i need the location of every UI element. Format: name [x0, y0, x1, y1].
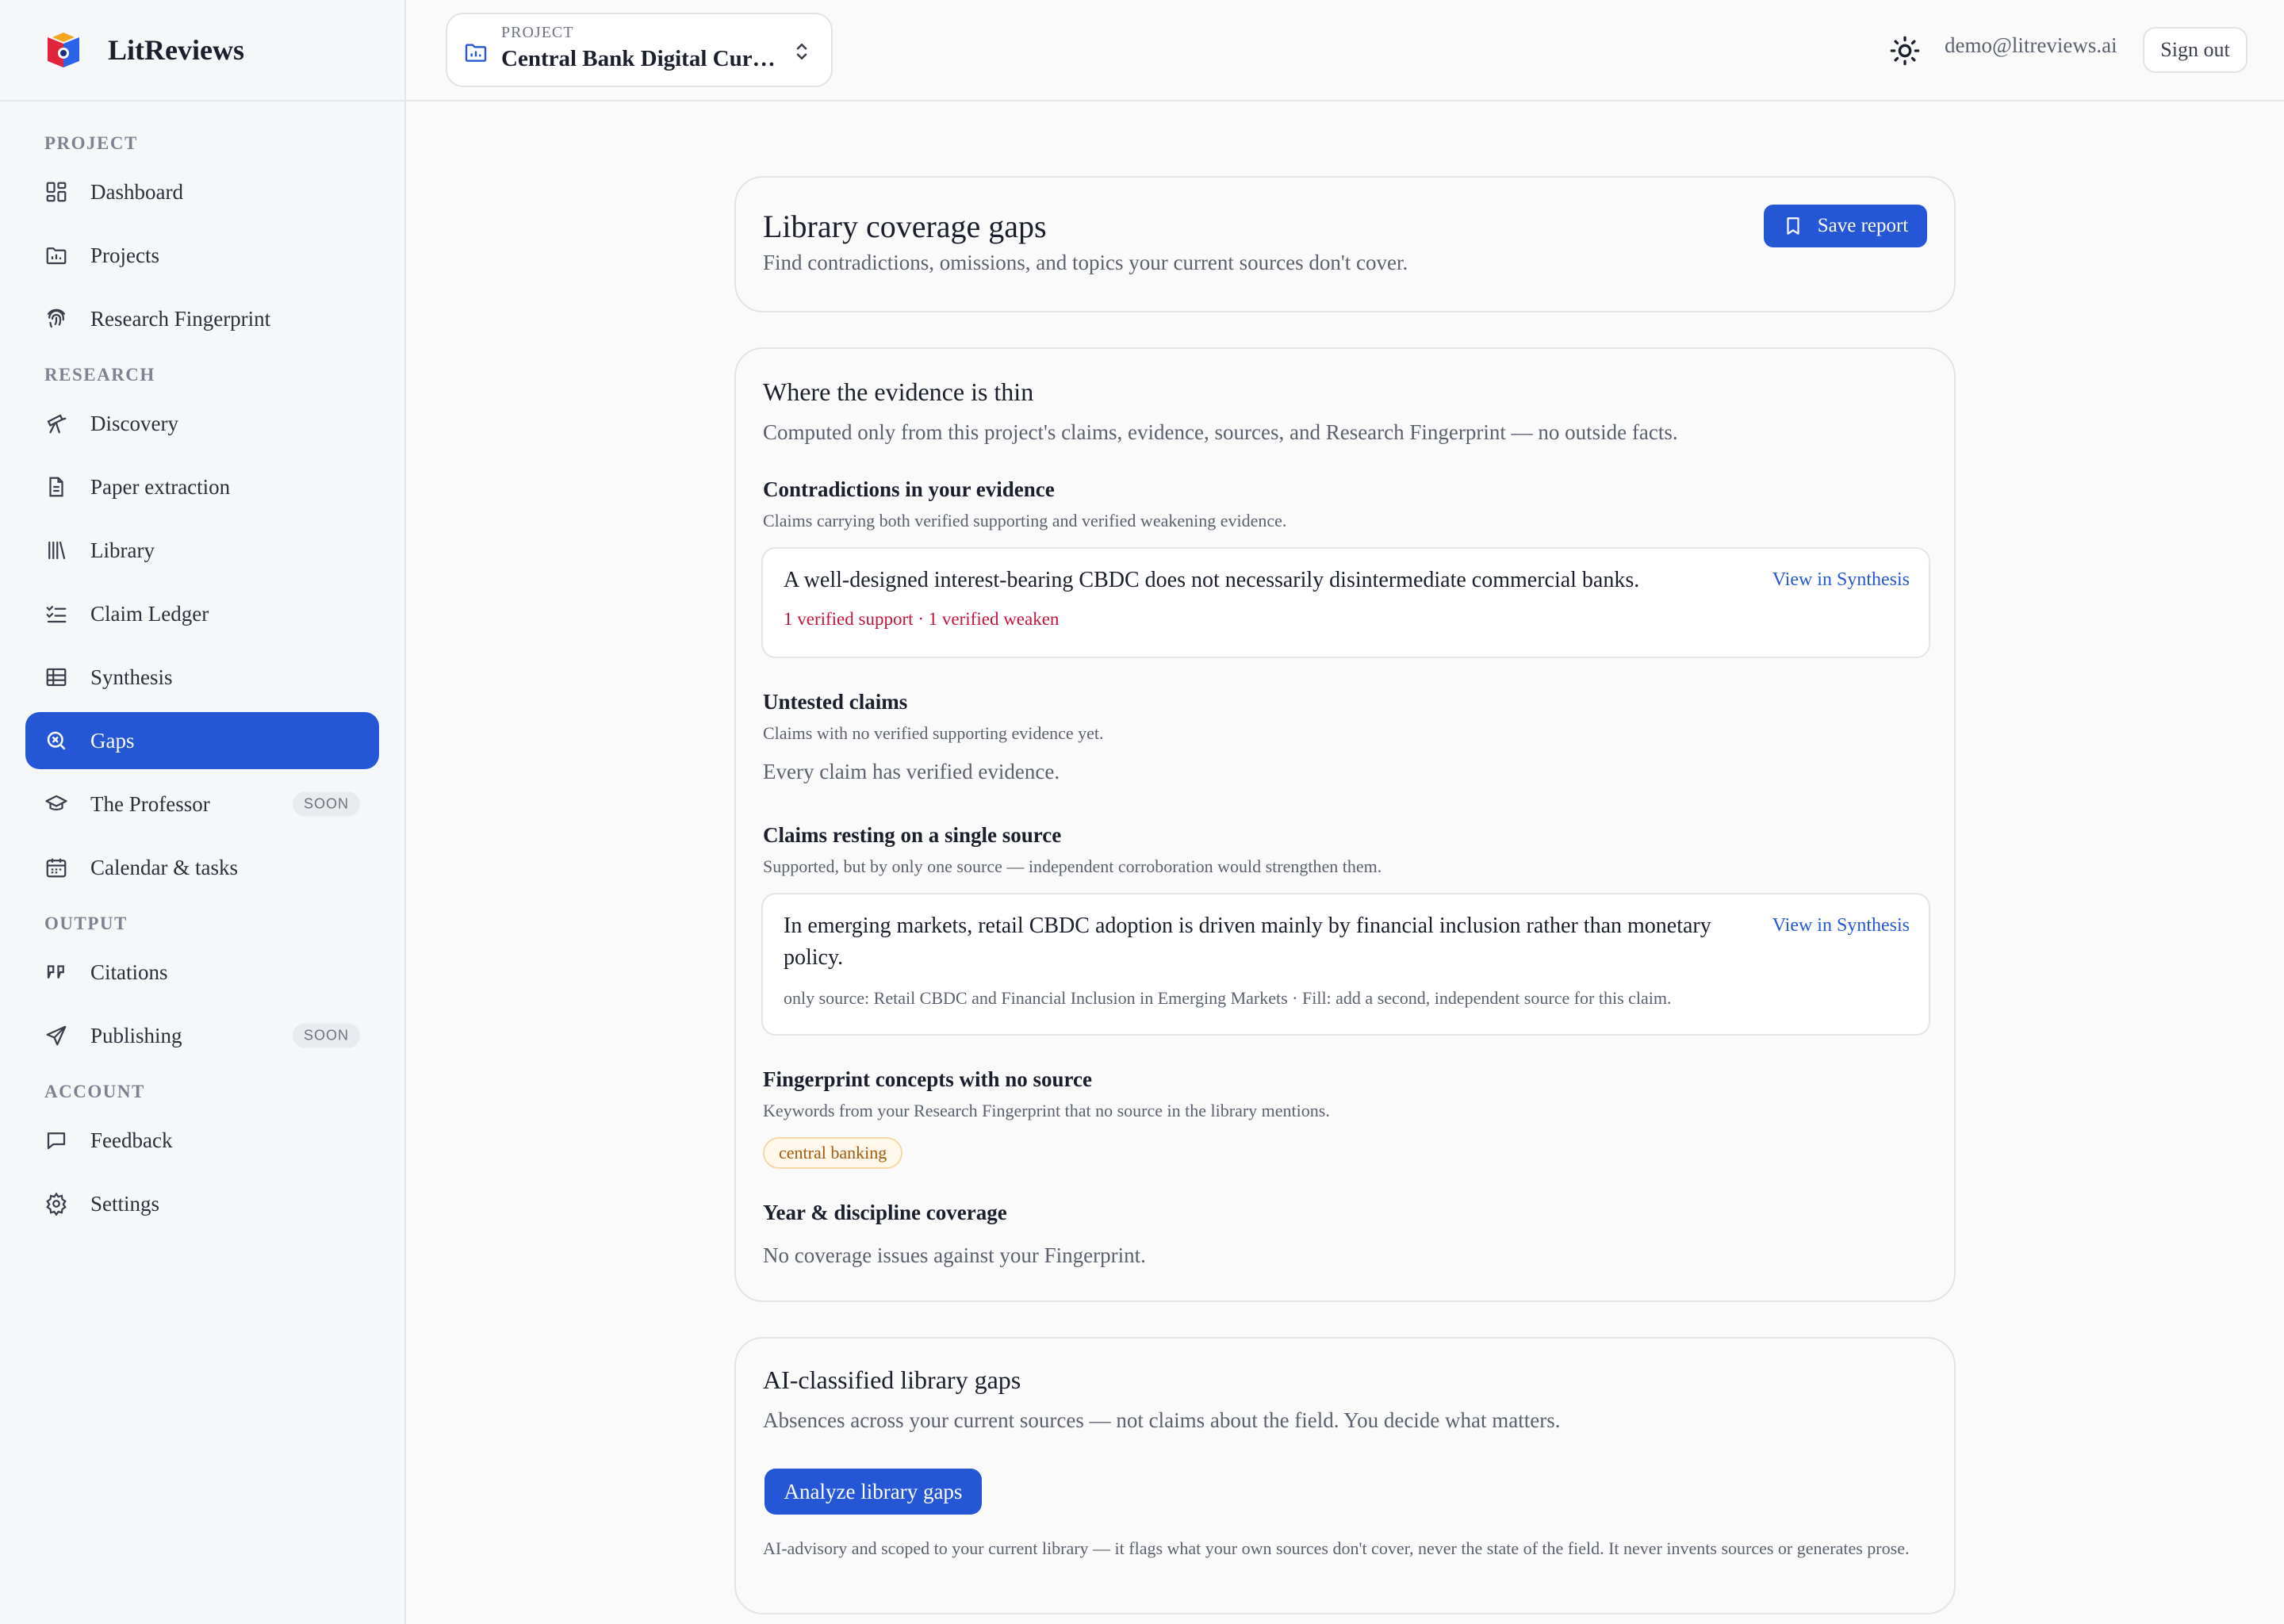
sidebar-item-label: Paper extraction: [90, 474, 231, 499]
soon-badge: SOON: [292, 791, 360, 817]
contradictions-desc: Claims carrying both verified supporting…: [763, 511, 1287, 530]
sidebar-item-dashboard[interactable]: Dashboard: [25, 163, 379, 220]
table-icon: [44, 665, 68, 689]
sidebar-item-feedback[interactable]: Feedback: [25, 1112, 379, 1169]
untested-heading: Untested claims: [763, 690, 908, 714]
evidence-title: Where the evidence is thin: [763, 377, 1034, 406]
sidebar-item-label: Synthesis: [90, 665, 173, 689]
brand-name: LitReviews: [108, 34, 244, 66]
fingerprint-desc: Keywords from your Research Fingerprint …: [763, 1101, 1330, 1120]
sidebar-nav: PROJECT Dashboard Projects Research Fing…: [0, 102, 404, 1232]
topbar: PROJECT Central Bank Digital Currencies …: [406, 0, 2284, 102]
fingerprint-icon: [44, 307, 68, 331]
sidebar-item-label: Publishing: [90, 1023, 182, 1048]
soon-badge: SOON: [292, 1023, 360, 1048]
analyze-library-gaps-button[interactable]: Analyze library gaps: [765, 1469, 982, 1515]
sidebar-item-library[interactable]: Library: [25, 522, 379, 579]
evidence-subtitle: Computed only from this project's claims…: [763, 420, 1678, 444]
litreviews-logo-icon: [48, 33, 79, 67]
page-subtitle: Find contradictions, omissions, and topi…: [763, 251, 1408, 274]
dashboard-icon: [44, 180, 68, 204]
sidebar-item-label: Claim Ledger: [90, 601, 209, 626]
search-x-icon: [44, 729, 68, 753]
nav-section-output: OUTPUT: [44, 914, 128, 933]
bookmark-icon: [1787, 217, 1799, 235]
contradiction-claim-card: A well-designed interest-bearing CBDC do…: [761, 547, 1930, 658]
chevron-up-down-icon: [796, 44, 807, 59]
sidebar-item-settings[interactable]: Settings: [25, 1175, 379, 1232]
ai-disclaimer: AI-advisory and scoped to your current l…: [763, 1538, 1910, 1558]
claim-text: In emerging markets, retail CBDC adoptio…: [784, 914, 1711, 970]
sidebar-item-label: Feedback: [90, 1128, 173, 1152]
sidebar-item-synthesis[interactable]: Synthesis: [25, 649, 379, 706]
ai-gaps-title: AI-classified library gaps: [763, 1365, 1021, 1394]
user-email: demo@litreviews.ai: [1945, 33, 2117, 57]
save-report-label: Save report: [1817, 215, 1909, 236]
calendar-icon: [44, 856, 68, 879]
gear-icon: [44, 1192, 68, 1216]
library-icon: [44, 538, 68, 562]
evidence-counts: 1 verified support · 1 verified weaken: [784, 609, 1060, 629]
project-switcher[interactable]: PROJECT Central Bank Digital Currencies: [446, 13, 833, 87]
sidebar-item-calendar[interactable]: Calendar & tasks: [25, 839, 379, 896]
sidebar-item-label: Projects: [90, 243, 159, 267]
source-meta: only source: Retail CBDC and Financial I…: [784, 988, 1672, 1008]
sidebar-item-the-professor[interactable]: The Professor SOON: [25, 776, 379, 833]
sidebar-item-label: Discovery: [90, 411, 178, 435]
sidebar-item-label: Research Fingerprint: [90, 306, 271, 331]
sidebar-item-publishing[interactable]: Publishing SOON: [25, 1007, 379, 1064]
folder-chart-icon: [44, 243, 68, 267]
project-label: PROJECT: [501, 24, 574, 41]
graduation-cap-icon: [44, 792, 68, 816]
sidebar-item-projects[interactable]: Projects: [25, 227, 379, 284]
message-square-icon: [44, 1128, 68, 1152]
sidebar-item-label: The Professor: [90, 791, 210, 816]
sidebar-item-paper-extraction[interactable]: Paper extraction: [25, 458, 379, 515]
single-source-heading: Claims resting on a single source: [763, 823, 1062, 847]
fingerprint-heading: Fingerprint concepts with no source: [763, 1067, 1092, 1091]
sidebar-item-discovery[interactable]: Discovery: [25, 395, 379, 452]
nav-section-account: ACCOUNT: [44, 1082, 145, 1101]
page-title: Library coverage gaps: [763, 209, 1047, 244]
ai-gaps-subtitle: Absences across your current sources — n…: [763, 1408, 1561, 1432]
sidebar-item-label: Gaps: [90, 728, 135, 753]
single-source-desc: Supported, but by only one source — inde…: [763, 856, 1382, 876]
telescope-icon: [44, 412, 68, 435]
nav-section-research: RESEARCH: [44, 365, 155, 385]
sidebar-item-research-fingerprint[interactable]: Research Fingerprint: [25, 290, 379, 347]
untested-empty: Every claim has verified evidence.: [763, 760, 1060, 783]
coverage-empty: No coverage issues against your Fingerpr…: [763, 1243, 1146, 1267]
ai-gaps-card: AI-classified library gaps Absences acro…: [734, 1337, 1956, 1614]
contradictions-heading: Contradictions in your evidence: [763, 477, 1055, 501]
sidebar-item-label: Citations: [90, 959, 168, 984]
sidebar-item-gaps[interactable]: Gaps: [25, 712, 379, 769]
project-name: Central Bank Digital Currencies: [501, 46, 780, 71]
nav-section-project: PROJECT: [44, 133, 138, 153]
brand[interactable]: LitReviews: [0, 0, 404, 102]
folder-chart-icon: [465, 44, 487, 62]
sidebar-item-label: Calendar & tasks: [90, 855, 238, 879]
sidebar-item-label: Settings: [90, 1191, 160, 1216]
save-report-button[interactable]: Save report: [1764, 205, 1927, 247]
view-in-synthesis-link[interactable]: View in Synthesis: [1772, 569, 1910, 591]
page-header-card: Library coverage gaps Find contradiction…: [734, 176, 1956, 312]
sidebar-item-label: Library: [90, 538, 155, 562]
sidebar-item-citations[interactable]: Citations: [25, 944, 379, 1001]
sidebar: LitReviews PROJECT Dashboard Projects Re…: [0, 0, 406, 1624]
sun-icon[interactable]: [1889, 35, 1921, 67]
single-source-claim-card: In emerging markets, retail CBDC adoptio…: [761, 893, 1930, 1036]
view-in-synthesis-link[interactable]: View in Synthesis: [1772, 915, 1910, 936]
untested-desc: Claims with no verified supporting evide…: [763, 723, 1104, 743]
sidebar-item-label: Dashboard: [90, 179, 183, 204]
evidence-card: Where the evidence is thin Computed only…: [734, 347, 1956, 1302]
coverage-heading: Year & discipline coverage: [763, 1201, 1007, 1224]
send-icon: [44, 1024, 68, 1048]
document-icon: [44, 475, 68, 499]
sign-out-button[interactable]: Sign out: [2143, 27, 2248, 73]
claim-text: A well-designed interest-bearing CBDC do…: [784, 568, 1640, 592]
checklist-icon: [44, 602, 68, 626]
sidebar-item-claim-ledger[interactable]: Claim Ledger: [25, 585, 379, 642]
concept-tag: central banking: [763, 1137, 903, 1169]
quote-icon: [44, 960, 68, 984]
